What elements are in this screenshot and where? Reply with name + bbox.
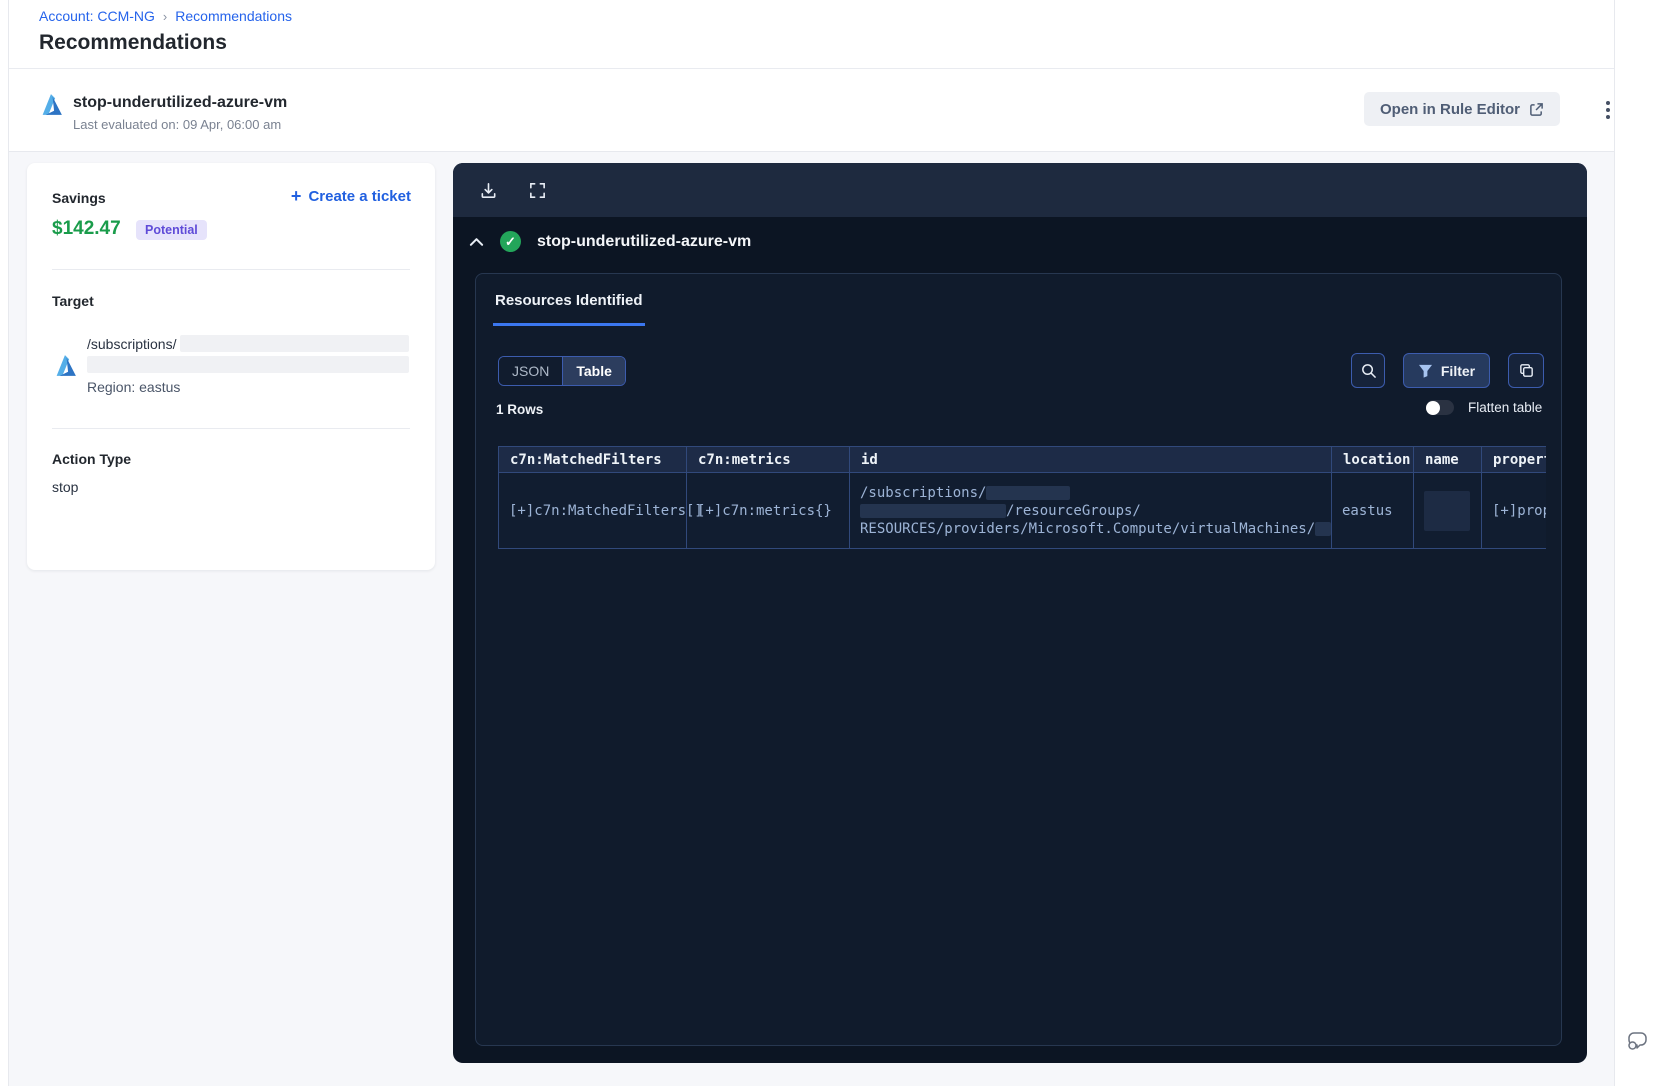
flatten-table-toggle[interactable]: [1426, 400, 1454, 415]
filter-label: Filter: [1440, 362, 1476, 379]
potential-badge: Potential: [136, 220, 207, 240]
column-header-matched-filters: c7n:MatchedFilters: [498, 446, 687, 473]
target-region: Region: eastus: [87, 379, 181, 395]
recommendation-details-card: Savings + Create a ticket $142.47 Potent…: [27, 163, 435, 570]
search-icon: [1360, 362, 1377, 379]
name-cell: [1413, 472, 1482, 549]
redacted-text: [860, 503, 1006, 518]
target-path: /subscriptions/: [87, 335, 177, 352]
redacted-text: [1315, 521, 1332, 536]
savings-amount: $142.47: [52, 218, 121, 239]
chevron-right-icon: ›: [162, 8, 168, 24]
target-label: Target: [52, 293, 94, 309]
action-type-value: stop: [52, 479, 79, 495]
filter-button[interactable]: Filter: [1403, 353, 1490, 388]
flatten-control: Flatten table: [1426, 400, 1542, 415]
left-edge-divider: [0, 0, 9, 1086]
redacted-text: [986, 485, 1071, 500]
download-button[interactable]: [479, 181, 498, 200]
column-header-properties: properties: [1481, 446, 1546, 473]
chevron-up-icon: [469, 237, 484, 247]
page-header: Account: CCM-NG › Recommendations Recomm…: [9, 0, 1614, 152]
column-header-metrics: c7n:metrics: [686, 446, 850, 473]
expand-metrics[interactable]: [+]c7n:metrics{}: [697, 503, 832, 519]
chat-icon: [1624, 1028, 1654, 1054]
open-rule-editor-button[interactable]: Open in Rule Editor: [1364, 92, 1561, 126]
column-header-name: name: [1413, 446, 1482, 473]
breadcrumb: Account: CCM-NG › Recommendations: [39, 8, 292, 24]
copy-icon: [1518, 362, 1535, 379]
right-rail: [1614, 0, 1662, 1086]
azure-icon: [39, 92, 65, 118]
card-divider: [52, 428, 410, 429]
header-divider: [9, 68, 1614, 69]
table-row: [+]c7n:MatchedFilters[] [+]c7n:metrics{}…: [498, 472, 1546, 549]
fullscreen-button[interactable]: [528, 181, 547, 200]
run-header: ✓ stop-underutilized-azure-vm: [469, 231, 751, 252]
view-toggle-json[interactable]: JSON: [499, 357, 564, 385]
results-table: c7n:MatchedFilters c7n:metrics id locati…: [498, 446, 1546, 549]
view-toggle: JSON Table: [498, 356, 626, 386]
search-button[interactable]: [1351, 353, 1385, 388]
copy-button[interactable]: [1508, 353, 1544, 388]
success-check-icon: ✓: [500, 231, 521, 252]
flatten-table-label: Flatten table: [1468, 400, 1543, 415]
redacted-text: [1424, 490, 1470, 531]
panel-toolbar: [453, 163, 1587, 217]
download-icon: [479, 181, 498, 200]
column-header-id: id: [849, 446, 1332, 473]
id-cell: /subscriptions/ /resourceGroups/ RESOURC…: [849, 472, 1332, 549]
external-link-icon: [1529, 102, 1544, 117]
plus-icon: +: [290, 186, 302, 206]
expand-matched-filters[interactable]: [+]c7n:MatchedFilters[]: [509, 503, 703, 519]
redacted-text: [180, 335, 409, 352]
breadcrumb-current-link[interactable]: Recommendations: [175, 8, 292, 24]
open-rule-editor-label: Open in Rule Editor: [1380, 100, 1521, 118]
breadcrumb-account-link[interactable]: Account: CCM-NG: [39, 8, 155, 24]
savings-label: Savings: [52, 190, 106, 206]
evaluation-results-panel: ✓ stop-underutilized-azure-vm Resources …: [453, 163, 1587, 1063]
rows-count: 1 Rows: [496, 402, 544, 417]
id-line-3: RESOURCES/providers/Microsoft.Compute/vi…: [860, 520, 1316, 537]
view-toggle-table[interactable]: Table: [563, 357, 625, 385]
recommendations-page: Account: CCM-NG › Recommendations Recomm…: [0, 0, 1662, 1086]
table-header-row: c7n:MatchedFilters c7n:metrics id locati…: [498, 446, 1546, 473]
create-ticket-button[interactable]: + Create a ticket: [291, 187, 411, 205]
column-header-location: location: [1331, 446, 1414, 473]
fullscreen-icon: [528, 181, 547, 200]
card-divider: [52, 269, 410, 270]
results-table-container: c7n:MatchedFilters c7n:metrics id locati…: [498, 446, 1546, 552]
id-line-1: /subscriptions/: [860, 484, 987, 501]
action-type-label: Action Type: [52, 451, 132, 467]
target-path-block: /subscriptions/: [87, 335, 409, 373]
run-title: stop-underutilized-azure-vm: [537, 232, 752, 250]
id-line-2: /resourceGroups/: [1006, 502, 1141, 519]
azure-icon: [53, 353, 79, 379]
redacted-text: [87, 356, 409, 373]
collapse-button[interactable]: [469, 237, 484, 247]
filter-icon: [1418, 364, 1433, 378]
location-cell: eastus: [1331, 472, 1414, 549]
expand-properties[interactable]: [+]prop: [1492, 503, 1546, 519]
recommendation-title: stop-underutilized-azure-vm: [73, 94, 288, 111]
tab-resources-identified[interactable]: Resources Identified: [493, 292, 645, 326]
recommendation-subtitle: Last evaluated on: 09 Apr, 06:00 am: [73, 117, 282, 132]
create-ticket-label: Create a ticket: [308, 187, 411, 205]
page-title: Recommendations: [39, 31, 227, 54]
resources-identified-section: Resources Identified JSON Table Filter 1…: [475, 273, 1562, 1046]
chat-support-button[interactable]: [1624, 1026, 1654, 1056]
